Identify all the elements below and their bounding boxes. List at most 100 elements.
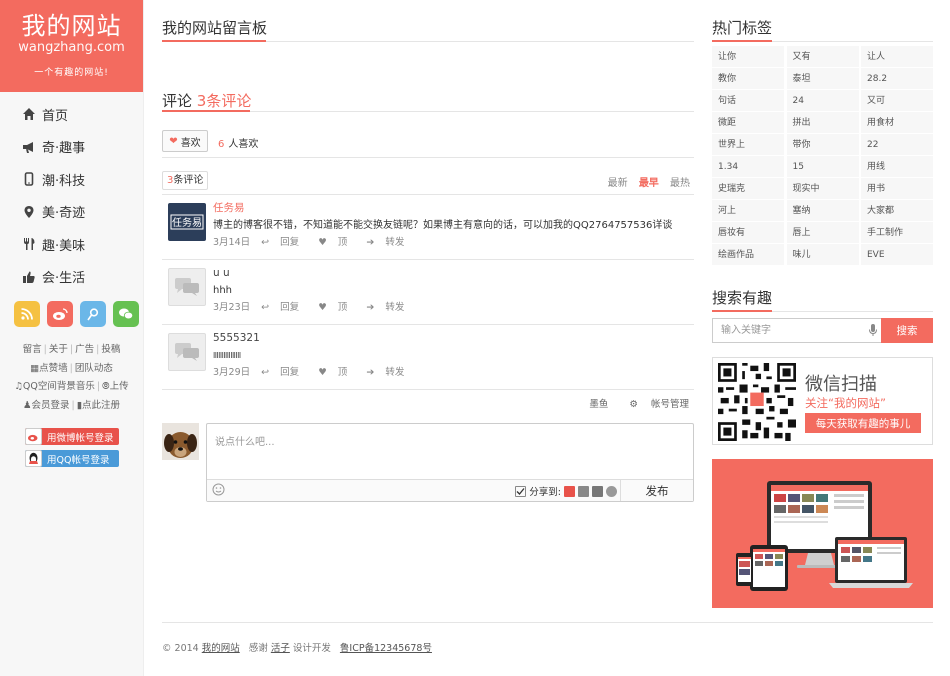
tag-link[interactable]: 又有: [786, 46, 859, 68]
sort-hottest[interactable]: 最热: [670, 178, 690, 189]
tag-link[interactable]: 用书: [861, 178, 933, 200]
upvote-button[interactable]: ♥ 顶: [318, 367, 355, 378]
default-avatar-icon[interactable]: [168, 268, 206, 306]
nav-item-life[interactable]: 会·生活: [0, 261, 143, 294]
right-sidebar: 热门标签 让你 又有 让人 教你 泰坦 28.2 句话 24 又可 微距 拼出 用食材 世界上带…: [712, 0, 933, 608]
share-button[interactable]: ➔ 转发: [366, 237, 412, 248]
reply-icon: ↩: [261, 237, 270, 248]
tag-link[interactable]: 河上: [712, 200, 784, 222]
tag-link[interactable]: 句话: [712, 90, 784, 112]
wechat-follow-button[interactable]: 每天获取有趣的事儿: [805, 413, 921, 433]
tag-link[interactable]: 泰坦: [786, 68, 859, 90]
tag-link[interactable]: 绘画作品: [712, 244, 784, 266]
share-button[interactable]: ➔ 转发: [366, 302, 412, 313]
reply-button[interactable]: ↩ 回复: [261, 302, 307, 313]
weibo-icon: [25, 428, 42, 445]
emoji-icon[interactable]: [212, 483, 225, 499]
reply-button[interactable]: ↩ 回复: [261, 237, 307, 248]
tag-link[interactable]: EVE: [861, 244, 933, 266]
microphone-icon[interactable]: [868, 323, 878, 346]
tag-link[interactable]: 微距: [712, 112, 784, 134]
share-checkbox[interactable]: [515, 485, 527, 497]
weibo-icon[interactable]: [47, 301, 73, 327]
search-input[interactable]: 输入关键字: [712, 318, 881, 343]
site-logo[interactable]: 我的网站 wangzhang.com 一个有趣的网站!: [0, 0, 143, 92]
search-title: 搜索有趣: [712, 270, 933, 312]
tag-link[interactable]: 味儿: [786, 244, 859, 266]
tag-link[interactable]: 15: [786, 156, 859, 178]
tag-link[interactable]: 史瑞克: [712, 178, 784, 200]
tag-link[interactable]: 22: [861, 134, 933, 156]
comment-author[interactable]: 5555321: [213, 331, 694, 345]
tag-link[interactable]: 又可: [861, 90, 933, 112]
wechat-icon[interactable]: [113, 301, 139, 327]
default-avatar-icon[interactable]: [168, 333, 206, 371]
tag-link[interactable]: 拼出: [786, 112, 859, 134]
sort-newest[interactable]: 最新: [608, 178, 628, 189]
comment-author[interactable]: 任务易: [213, 201, 694, 215]
nav-item-tech[interactable]: 潮·科技: [0, 163, 143, 196]
qq-login-button[interactable]: 用QQ帐号登录: [25, 450, 119, 467]
qzone-share-icon[interactable]: [578, 485, 589, 497]
link-qzone-music[interactable]: QQ空间背景音乐: [23, 381, 95, 392]
link-upload[interactable]: 上传: [110, 381, 129, 392]
tag-link[interactable]: 1.34: [712, 156, 784, 178]
link-team-news[interactable]: 团队动态: [75, 363, 113, 374]
comment-item: 任务易 任务易 博主的博客很不错，不知道能不能交换友链呢？如果博主有意向的话，可…: [162, 195, 694, 260]
tag-link[interactable]: 塞纳: [786, 200, 859, 222]
thumbs-up-icon: ♥: [318, 367, 327, 378]
link-submit[interactable]: 投稿: [101, 344, 120, 355]
tag-link[interactable]: 大家都: [861, 200, 933, 222]
tag-link[interactable]: 用线: [861, 156, 933, 178]
footer-icp-link[interactable]: 鲁ICP备12345678号: [340, 643, 432, 654]
douban-share-icon[interactable]: [592, 485, 603, 497]
username-link[interactable]: 墨鱼: [589, 399, 608, 410]
share-button[interactable]: ➔ 转发: [366, 367, 412, 378]
reply-button[interactable]: ↩ 回复: [261, 367, 307, 378]
link-register[interactable]: 点此注册: [82, 400, 120, 411]
tag-link[interactable]: 现实中: [786, 178, 859, 200]
weibo-login-button[interactable]: 用微博帐号登录: [25, 428, 119, 445]
tag-link[interactable]: 教你: [712, 68, 784, 90]
tag-link[interactable]: 24: [786, 90, 859, 112]
tag-link[interactable]: 唇上: [786, 222, 859, 244]
responsive-devices-banner[interactable]: [712, 459, 933, 608]
avatar[interactable]: 任务易: [168, 203, 206, 241]
tag-link[interactable]: 用食材: [861, 112, 933, 134]
tag-link[interactable]: 带你: [786, 134, 859, 156]
link-member-login[interactable]: 会员登录: [32, 400, 70, 411]
title-underline: [162, 40, 266, 42]
tag-link[interactable]: 世界上: [712, 134, 784, 156]
rss-icon[interactable]: [14, 301, 40, 327]
footer-site-link[interactable]: 我的网站: [202, 643, 240, 654]
comment-text: 博主的博客很不错，不知道能不能交换友链呢？如果博主有意向的话，可以加我的QQ27…: [213, 220, 673, 231]
link-ads[interactable]: 广告: [75, 344, 94, 355]
tencent-weibo-icon[interactable]: [80, 301, 106, 327]
nav-item-home[interactable]: 首页: [0, 98, 143, 131]
account-manage-link[interactable]: ⚙ 帐号管理: [619, 399, 689, 410]
nav-item-food[interactable]: 趣·美味: [0, 228, 143, 261]
tag-link[interactable]: 让你: [712, 46, 784, 68]
nav-item-fun[interactable]: 奇·趣事: [0, 131, 143, 164]
tag-link[interactable]: 手工制作: [861, 222, 933, 244]
link-guestbook[interactable]: 留言: [23, 344, 42, 355]
search-button[interactable]: 搜索: [881, 318, 933, 343]
upvote-button[interactable]: ♥ 顶: [318, 237, 355, 248]
music-icon: ♫: [14, 381, 23, 392]
tag-link[interactable]: 28.2: [861, 68, 933, 90]
comment-author[interactable]: u u: [213, 266, 694, 280]
like-button[interactable]: ❤ 喜欢: [162, 130, 208, 152]
weibo-share-icon[interactable]: [564, 485, 575, 497]
publish-button[interactable]: 发布: [620, 480, 693, 501]
like-row: ❤ 喜欢 6 人喜欢: [162, 130, 694, 158]
tag-link[interactable]: 让人: [861, 46, 933, 68]
comment-textarea[interactable]: 说点什么吧... 分享到: 发布: [206, 423, 694, 502]
sort-oldest[interactable]: 最早: [639, 178, 659, 189]
footer-developer-link[interactable]: 活子: [271, 643, 290, 654]
link-like-wall[interactable]: 点赞墙: [39, 363, 68, 374]
link-about[interactable]: 关于: [49, 344, 68, 355]
renren-share-icon[interactable]: [606, 485, 617, 497]
upvote-button[interactable]: ♥ 顶: [318, 302, 355, 313]
tag-link[interactable]: 唇妆有: [712, 222, 784, 244]
nav-item-wonder[interactable]: 美·奇迹: [0, 196, 143, 229]
